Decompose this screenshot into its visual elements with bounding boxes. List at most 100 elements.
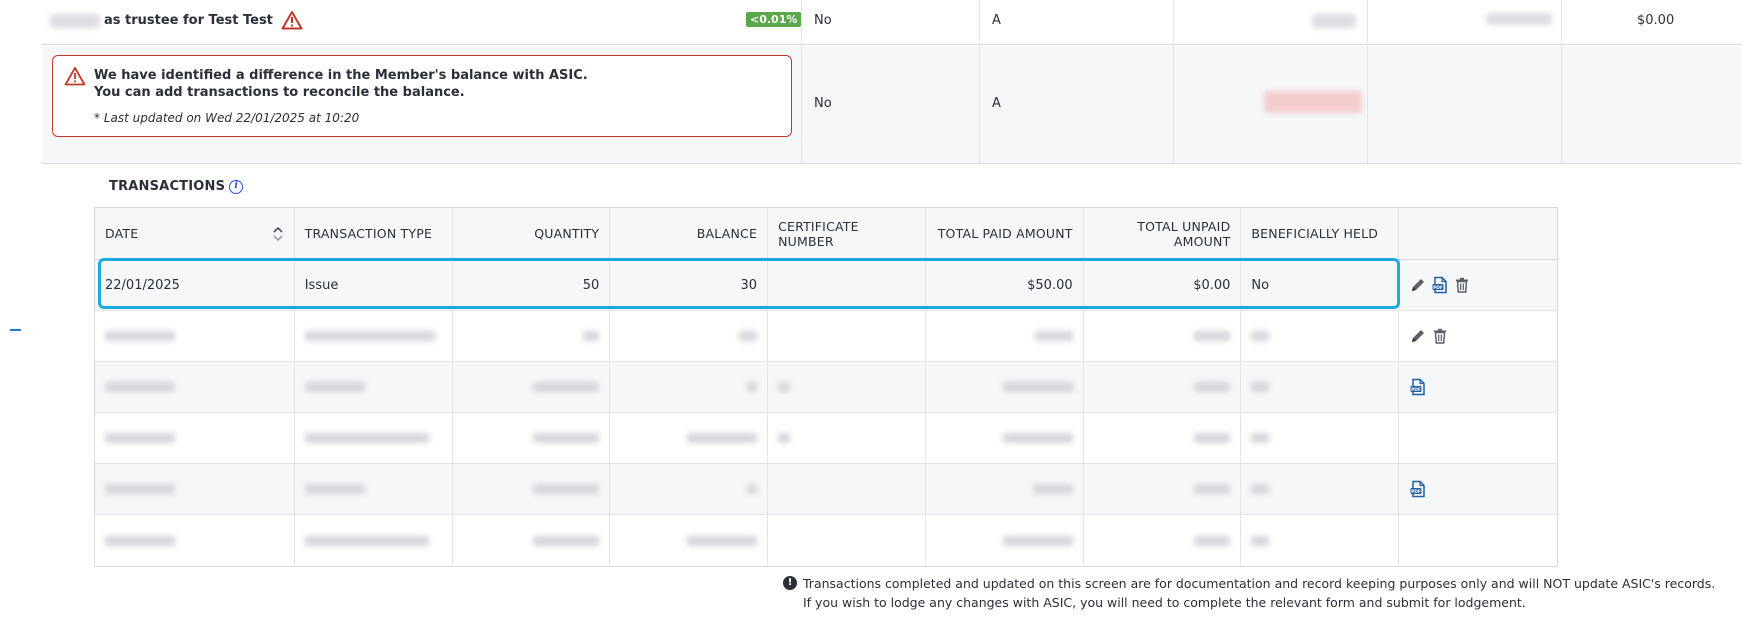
redacted-value: [105, 382, 175, 392]
pdf-icon[interactable]: PDF: [1409, 480, 1427, 498]
table-row[interactable]: [95, 311, 1557, 362]
redacted-value: [1002, 535, 1073, 546]
share-class-value: A: [992, 13, 1001, 28]
redacted-value: [1194, 382, 1231, 392]
exclamation-icon: !: [783, 576, 797, 590]
member-name: as trustee for Test Test: [104, 10, 303, 30]
redacted-value: [1312, 14, 1356, 28]
cell-unpaid: $0.00: [1084, 260, 1242, 310]
redacted-value: [747, 484, 758, 494]
records-disclaimer: ! Transactions completed and updated on …: [783, 574, 1716, 612]
table-row[interactable]: PDF: [95, 464, 1557, 515]
cell-certificate: [768, 260, 926, 310]
redacted-value: [1251, 382, 1270, 392]
redacted-value: [687, 433, 758, 443]
redacted-value: [304, 484, 365, 494]
redacted-value: [1034, 331, 1073, 341]
transactions-heading: TRANSACTIONS i: [109, 179, 244, 194]
warning-icon: [64, 67, 86, 86]
share-class-value: A: [992, 96, 1001, 111]
redacted-value: [533, 382, 600, 392]
warning-icon: [281, 11, 303, 30]
redacted-value: [533, 484, 600, 494]
redacted-value: [1251, 484, 1270, 494]
redacted-value: [1032, 484, 1073, 494]
pdf-icon[interactable]: PDF: [1431, 276, 1449, 294]
redacted-value: [304, 433, 429, 443]
redacted-value: [778, 382, 791, 392]
cell-type: Issue: [295, 260, 453, 310]
redacted-value: [1251, 535, 1270, 546]
cell-beneficial: No: [1241, 260, 1400, 310]
pdf-icon[interactable]: PDF: [1409, 378, 1427, 396]
amount-value: $0.00: [1637, 13, 1675, 28]
column-header-actions: [1399, 208, 1557, 259]
beneficial-value: No: [814, 96, 832, 111]
redacted-value: [533, 535, 600, 546]
redacted-member-name: [50, 14, 100, 28]
balance-discrepancy-alert: We have identified a difference in the M…: [52, 55, 792, 137]
cell-actions: PDF: [1399, 260, 1557, 310]
disclaimer-line2: If you wish to lodge any changes with AS…: [803, 595, 1526, 610]
trash-icon[interactable]: [1453, 276, 1471, 294]
column-header-date[interactable]: DATE: [95, 208, 295, 259]
redacted-value: [1002, 382, 1073, 392]
disclaimer-line1: Transactions completed and updated on th…: [803, 576, 1716, 591]
redacted-value: [304, 382, 365, 392]
table-row[interactable]: PDF: [95, 362, 1557, 413]
ownership-percent-badge: <0.01%: [746, 12, 802, 27]
redacted-value: [747, 382, 758, 392]
redacted-value: [304, 331, 435, 341]
info-icon[interactable]: i: [229, 179, 244, 194]
member-rows: as trustee for Test Test <0.01% No A $0.…: [42, 0, 1742, 164]
redacted-value: [1002, 433, 1073, 443]
svg-text:PDF: PDF: [1411, 387, 1421, 393]
column-header-certificate: CERTIFICATE NUMBER: [768, 208, 926, 259]
redacted-value: [533, 433, 600, 443]
alert-message: We have identified a difference in the M…: [94, 68, 588, 83]
table-header: DATE TRANSACTION TYPE QUANTITY BALANCE C…: [95, 208, 1557, 260]
column-header-unpaid: TOTAL UNPAID AMOUNT: [1084, 208, 1242, 259]
table-row[interactable]: [95, 515, 1557, 566]
redacted-value: [1251, 433, 1270, 443]
redacted-value: [105, 535, 175, 546]
column-header-quantity: QUANTITY: [453, 208, 611, 259]
pencil-icon[interactable]: [1409, 276, 1427, 294]
discrepancy-row: We have identified a difference in the M…: [42, 46, 1742, 164]
redacted-value: [1194, 433, 1231, 443]
column-header-beneficial: BENEFICIALLY HELD: [1241, 208, 1400, 259]
redacted-value: [105, 331, 175, 341]
redacted-value: [1194, 484, 1231, 494]
table-row[interactable]: [95, 413, 1557, 464]
member-row[interactable]: as trustee for Test Test <0.01% No A $0.…: [42, 0, 1742, 45]
table-row[interactable]: 22/01/2025 Issue 50 30 $50.00 $0.00 No P…: [95, 260, 1557, 311]
redacted-value: [739, 331, 758, 341]
pencil-icon[interactable]: [1409, 327, 1427, 345]
cell-balance: 30: [610, 260, 769, 310]
alert-last-updated: * Last updated on Wed 22/01/2025 at 10:2…: [94, 111, 360, 125]
alert-instruction: You can add transactions to reconcile th…: [94, 85, 465, 100]
redacted-value: [1194, 535, 1231, 546]
transactions-table: DATE TRANSACTION TYPE QUANTITY BALANCE C…: [94, 207, 1558, 567]
dash-marker: [10, 329, 21, 331]
redacted-value: [1486, 13, 1552, 25]
cell-quantity: 50: [453, 260, 611, 310]
redacted-value: [1264, 91, 1362, 113]
trash-icon[interactable]: [1431, 327, 1449, 345]
svg-text:PDF: PDF: [1411, 489, 1421, 495]
redacted-value: [304, 535, 429, 546]
redacted-value: [105, 433, 175, 443]
sort-icon[interactable]: [272, 226, 284, 242]
redacted-value: [1251, 331, 1270, 341]
redacted-value: [778, 433, 791, 443]
beneficial-value: No: [814, 13, 832, 28]
column-header-type: TRANSACTION TYPE: [295, 208, 453, 259]
svg-text:PDF: PDF: [1433, 285, 1443, 291]
cell-date: 22/01/2025: [95, 260, 295, 310]
redacted-value: [583, 331, 600, 341]
redacted-value: [687, 535, 758, 546]
redacted-value: [105, 484, 175, 494]
column-header-balance: BALANCE: [610, 208, 769, 259]
column-header-paid: TOTAL PAID AMOUNT: [926, 208, 1084, 259]
redacted-value: [1194, 331, 1231, 341]
